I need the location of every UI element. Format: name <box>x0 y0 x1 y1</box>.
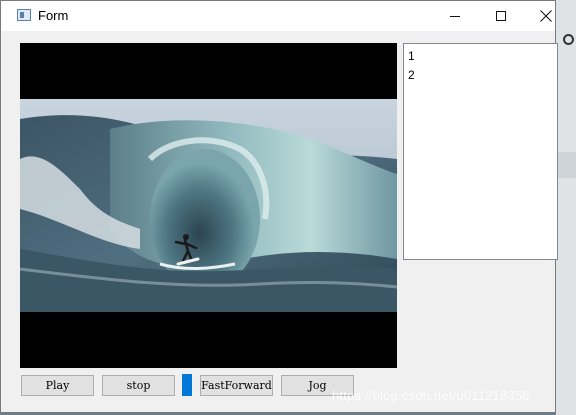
video-player[interactable] <box>20 43 397 368</box>
minimize-icon <box>450 15 460 17</box>
stop-button[interactable]: stop <box>102 375 175 396</box>
watermark-text: https://blog.csdn.net/u011218356 <box>332 388 530 403</box>
slider-handle[interactable] <box>182 374 192 396</box>
fast-forward-button[interactable]: FastForward <box>200 375 273 396</box>
window-title: Form <box>38 8 69 23</box>
number-list[interactable]: 1 2 <box>403 43 558 260</box>
maximize-button[interactable] <box>478 1 524 31</box>
surf-wave-image <box>20 99 397 312</box>
video-frame <box>20 99 397 312</box>
title-bar[interactable]: Form <box>1 1 555 31</box>
list-item[interactable]: 2 <box>408 66 553 85</box>
form-window: Form 1 2 Play stop FastForward Jog <box>0 0 558 413</box>
background-icon <box>563 34 574 45</box>
background-bar <box>556 152 576 178</box>
maximize-icon <box>496 11 506 21</box>
minimize-button[interactable] <box>432 1 478 31</box>
list-item[interactable]: 1 <box>408 47 553 66</box>
app-form-icon <box>17 9 31 21</box>
close-icon <box>540 10 552 22</box>
background-app <box>556 0 576 415</box>
play-button[interactable]: Play <box>21 375 94 396</box>
close-button[interactable] <box>523 1 569 31</box>
